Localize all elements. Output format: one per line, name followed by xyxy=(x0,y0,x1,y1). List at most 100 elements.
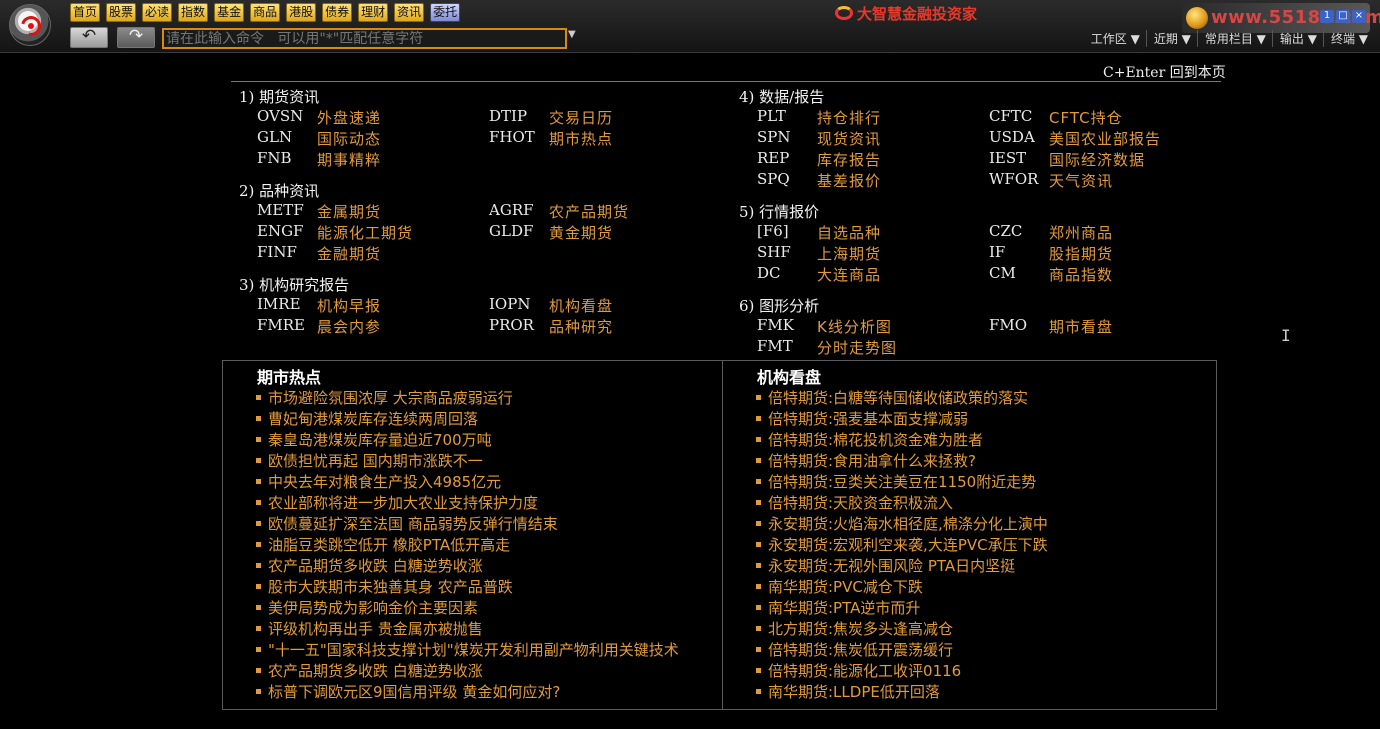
function-link[interactable]: 大连商品 xyxy=(817,264,881,285)
news-item[interactable]: 南华期货:LLDPE低开回落 xyxy=(723,682,1216,703)
news-headline[interactable]: 倍特期货:食用油拿什么来拯救? xyxy=(768,452,976,470)
function-link[interactable]: 机构看盘 xyxy=(549,295,613,316)
news-headline[interactable]: 倍特期货:焦炭低开震荡缓行 xyxy=(768,641,953,659)
function-link[interactable]: 黄金期货 xyxy=(549,222,613,243)
news-item[interactable]: 标普下调欧元区9国信用评级 黄金如何应对? xyxy=(223,682,722,703)
back-arrow-icon[interactable]: ↶ xyxy=(70,27,108,48)
function-link[interactable]: 国际经济数据 xyxy=(1049,149,1145,170)
news-item[interactable]: 市场避险氛围浓厚 大宗商品疲弱运行 xyxy=(223,388,722,409)
news-headline[interactable]: 倍特期货:能源化工收评0116 xyxy=(768,662,961,680)
news-headline[interactable]: 美伊局势成为影响金价主要因素 xyxy=(268,599,478,617)
function-code[interactable]: FMO xyxy=(989,316,1027,334)
news-headline[interactable]: 农业部称将进一步加大农业支持保护力度 xyxy=(268,494,538,512)
nav-stocks-button[interactable]: 股票 xyxy=(106,3,137,22)
news-item[interactable]: 南华期货:PVC减仓下跌 xyxy=(723,577,1216,598)
function-code[interactable]: PROR xyxy=(489,316,534,334)
news-item[interactable]: 农业部称将进一步加大农业支持保护力度 xyxy=(223,493,722,514)
function-link[interactable]: 美国农业部报告 xyxy=(1049,128,1161,149)
news-item[interactable]: 倍特期货:食用油拿什么来拯救? xyxy=(723,451,1216,472)
news-headline[interactable]: "十一五"国家科技支撑计划"煤炭开发利用副产物利用关键技术 xyxy=(268,641,679,659)
function-code[interactable]: IMRE xyxy=(257,295,301,313)
function-link[interactable]: 金属期货 xyxy=(317,201,381,222)
function-link[interactable]: K线分析图 xyxy=(817,316,892,337)
command-dropdown-icon[interactable]: ▼ xyxy=(568,29,576,40)
news-headline[interactable]: 永安期货:火焰海水相径庭,棉涤分化上演中 xyxy=(768,515,1048,533)
function-code[interactable]: CZC xyxy=(989,222,1022,240)
news-item[interactable]: 中央去年对粮食生产投入4985亿元 xyxy=(223,472,722,493)
maximize-icon[interactable]: □ xyxy=(1336,10,1350,23)
news-headline[interactable]: 南华期货:PTA逆市而升 xyxy=(768,599,920,617)
news-headline[interactable]: 倍特期货:棉花投机资金难为胜者 xyxy=(768,431,983,449)
news-headline[interactable]: 倍特期货:白糖等待国储收储政策的落实 xyxy=(768,389,1028,407)
function-link[interactable]: 现货资讯 xyxy=(817,128,881,149)
news-item[interactable]: 永安期货:火焰海水相径庭,棉涤分化上演中 xyxy=(723,514,1216,535)
news-item[interactable]: 倍特期货:强麦基本面支撑减弱 xyxy=(723,409,1216,430)
close-icon[interactable]: × xyxy=(1352,10,1366,23)
nav-hk-stocks-button[interactable]: 港股 xyxy=(286,3,317,22)
nav-index-button[interactable]: 指数 xyxy=(178,3,209,22)
function-code[interactable]: GLN xyxy=(257,128,292,146)
news-item[interactable]: 秦皇岛港煤炭库存量迫近700万吨 xyxy=(223,430,722,451)
news-item[interactable]: 股市大跌期市未独善其身 农产品普跌 xyxy=(223,577,722,598)
menu-recent[interactable]: 近期 ▼ xyxy=(1145,30,1197,47)
nav-must-read-button[interactable]: 必读 xyxy=(142,3,173,22)
function-link[interactable]: 上海期货 xyxy=(817,243,881,264)
menu-terminal[interactable]: 终端 ▼ xyxy=(1322,30,1374,47)
function-link[interactable]: 能源化工期货 xyxy=(317,222,413,243)
news-headline[interactable]: 标普下调欧元区9国信用评级 黄金如何应对? xyxy=(268,683,560,701)
function-code[interactable]: PLT xyxy=(757,107,786,125)
function-code[interactable]: ENGF xyxy=(257,222,303,240)
news-item[interactable]: 倍特期货:焦炭低开震荡缓行 xyxy=(723,640,1216,661)
function-code[interactable]: FHOT xyxy=(489,128,535,146)
news-headline[interactable]: 倍特期货:豆类关注美豆在1150附近走势 xyxy=(768,473,1036,491)
news-headline[interactable]: 中央去年对粮食生产投入4985亿元 xyxy=(268,473,501,491)
news-item[interactable]: "十一五"国家科技支撑计划"煤炭开发利用副产物利用关键技术 xyxy=(223,640,722,661)
function-link[interactable]: 股指期货 xyxy=(1049,243,1113,264)
function-code[interactable]: FMK xyxy=(757,316,794,334)
function-code[interactable]: AGRF xyxy=(489,201,534,219)
news-headline[interactable]: 市场避险氛围浓厚 大宗商品疲弱运行 xyxy=(268,389,513,407)
function-code[interactable]: WFOR xyxy=(989,170,1038,188)
forward-arrow-icon[interactable]: ↷ xyxy=(117,27,155,48)
function-code[interactable]: USDA xyxy=(989,128,1035,146)
news-headline[interactable]: 南华期货:PVC减仓下跌 xyxy=(768,578,923,596)
news-item[interactable]: 北方期货:焦炭多头逢高减仓 xyxy=(723,619,1216,640)
nav-commodities-button[interactable]: 商品 xyxy=(250,3,281,22)
news-headline[interactable]: 永安期货:无视外围风险 PTA日内坚挺 xyxy=(768,557,1015,575)
nav-bonds-button[interactable]: 债券 xyxy=(322,3,353,22)
function-link[interactable]: 交易日历 xyxy=(549,107,613,128)
function-link[interactable]: 分时走势图 xyxy=(817,337,897,358)
news-item[interactable]: 倍特期货:白糖等待国储收储政策的落实 xyxy=(723,388,1216,409)
function-code[interactable]: FNB xyxy=(257,149,292,167)
function-link[interactable]: 品种研究 xyxy=(549,316,613,337)
function-link[interactable]: 持仓排行 xyxy=(817,107,881,128)
restore-icon[interactable]: 1 xyxy=(1320,10,1334,23)
function-link[interactable]: 库存报告 xyxy=(817,149,881,170)
news-headline[interactable]: 北方期货:焦炭多头逢高减仓 xyxy=(768,620,953,638)
nav-wealth-button[interactable]: 理财 xyxy=(358,3,389,22)
news-headline[interactable]: 欧债蔓延扩深至法国 商品弱势反弹行情结束 xyxy=(268,515,558,533)
news-headline[interactable]: 南华期货:LLDPE低开回落 xyxy=(768,683,940,701)
news-item[interactable]: 美伊局势成为影响金价主要因素 xyxy=(223,598,722,619)
news-item[interactable]: 农产品期货多收跌 白糖逆势收涨 xyxy=(223,556,722,577)
news-headline[interactable]: 油脂豆类跳空低开 橡胶PTA低开高走 xyxy=(268,536,510,554)
news-item[interactable]: 倍特期货:能源化工收评0116 xyxy=(723,661,1216,682)
news-item[interactable]: 曹妃甸港煤炭库存连续两周回落 xyxy=(223,409,722,430)
function-code[interactable]: FINF xyxy=(257,243,297,261)
app-logo-icon[interactable] xyxy=(9,4,51,46)
news-headline[interactable]: 农产品期货多收跌 白糖逆势收涨 xyxy=(268,557,483,575)
function-code[interactable]: SHF xyxy=(757,243,791,261)
function-code[interactable]: GLDF xyxy=(489,222,533,240)
news-headline[interactable]: 永安期货:宏观利空来袭,大连PVC承压下跌 xyxy=(768,536,1048,554)
function-code[interactable]: DC xyxy=(757,264,781,282)
news-headline[interactable]: 倍特期货:强麦基本面支撑减弱 xyxy=(768,410,968,428)
news-item[interactable]: 倍特期货:豆类关注美豆在1150附近走势 xyxy=(723,472,1216,493)
news-item[interactable]: 永安期货:宏观利空来袭,大连PVC承压下跌 xyxy=(723,535,1216,556)
function-code[interactable]: FMRE xyxy=(257,316,305,334)
news-headline[interactable]: 秦皇岛港煤炭库存量迫近700万吨 xyxy=(268,431,492,449)
news-headline[interactable]: 倍特期货:天胶资金积极流入 xyxy=(768,494,953,512)
function-code[interactable]: REP xyxy=(757,149,789,167)
news-item[interactable]: 永安期货:无视外围风险 PTA日内坚挺 xyxy=(723,556,1216,577)
news-headline[interactable]: 农产品期货多收跌 白糖逆势收涨 xyxy=(268,662,483,680)
function-code[interactable]: METF xyxy=(257,201,304,219)
